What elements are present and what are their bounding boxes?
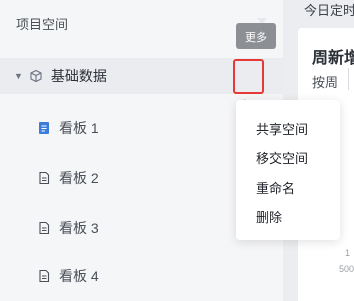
menu-item-transfer-space[interactable]: 移交空间 (256, 148, 308, 167)
context-menu: 共享空间 移交空间 重命名 删除 (236, 100, 340, 240)
menu-item-delete[interactable]: 删除 (256, 207, 282, 226)
menu-item-share-space[interactable]: 共享空间 (256, 119, 308, 138)
menu-item-rename[interactable]: 重命名 (256, 178, 295, 197)
